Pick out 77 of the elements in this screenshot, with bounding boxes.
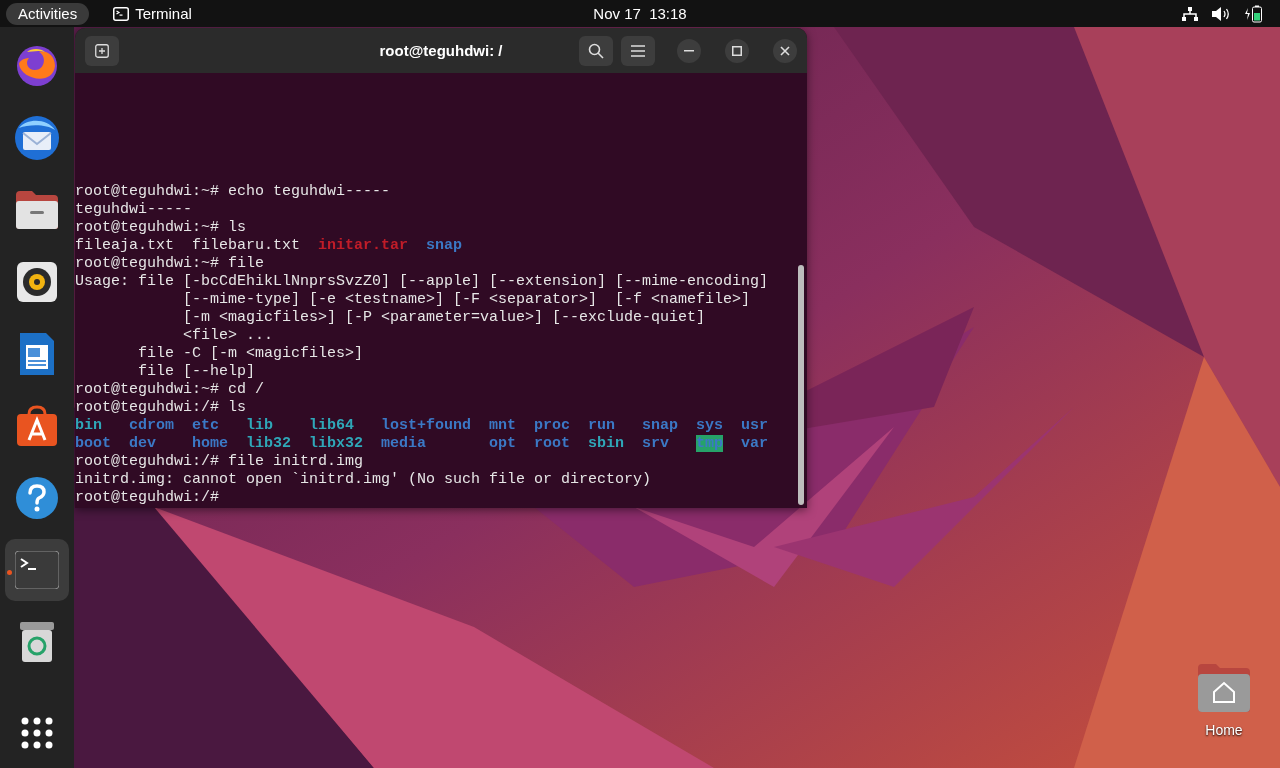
minimize-icon (684, 49, 694, 52)
file-name: sys (696, 417, 724, 434)
terminal-line: file [--help] (137, 363, 256, 381)
file-name: usr (741, 417, 769, 434)
fox-globe-icon (15, 44, 59, 88)
terminal-line: teguhdwi----- (75, 201, 193, 219)
file-name: bin (75, 417, 102, 434)
shopping-bag-icon (15, 404, 59, 448)
file-name: etc (192, 417, 219, 434)
terminal-line: root@teguhdwi:~# cd / (75, 381, 265, 399)
file-name: opt (489, 435, 517, 452)
maximize-icon (732, 45, 742, 56)
menu-icon (631, 44, 645, 57)
file-name: var (741, 435, 769, 452)
file-name: boot (75, 435, 111, 452)
menu-button[interactable] (621, 35, 655, 66)
file-name: mnt (489, 417, 517, 434)
file-name: initar.tar (318, 237, 409, 254)
file-name: lib (246, 417, 273, 434)
network-icon[interactable] (1182, 6, 1198, 21)
folder-icon (14, 189, 60, 231)
terminal-line: <file> ... (182, 327, 274, 345)
window-title: root@teguhdwi: / (379, 42, 503, 59)
trash-icon (18, 620, 56, 664)
file-name: proc (534, 417, 571, 434)
file-name: snap (426, 237, 463, 254)
new-tab-button[interactable] (85, 35, 119, 66)
file-name: srv (642, 435, 670, 452)
running-indicator (7, 570, 12, 575)
speaker-icon (17, 262, 57, 302)
volume-icon[interactable] (1212, 6, 1230, 21)
terminal-line: Usage: file [-bcCdEhikLlNnprsSvzZ0] [--apple] [--extension] [--mime-encoding] (75, 273, 769, 291)
file-name: lib64 (309, 417, 354, 434)
home-folder-icon[interactable] (1196, 662, 1252, 714)
file-name: cdrom (129, 417, 174, 434)
terminal-line: root@teguhdwi:/# file initrd.img (75, 453, 364, 471)
file-name: tmp (696, 435, 724, 452)
maximize-button[interactable] (725, 38, 749, 63)
close-icon (780, 45, 790, 56)
file-name: lost+found (381, 417, 471, 434)
terminal-line: file -C [-m <magicfiles>] (137, 345, 364, 363)
file-name: libx32 (309, 435, 363, 452)
file-name: fileaja.txt (75, 237, 175, 254)
search-button[interactable] (579, 35, 613, 66)
terminal-line: root@teguhdwi:/# (75, 489, 220, 507)
file-name: run (588, 417, 616, 434)
close-button[interactable] (773, 38, 797, 63)
dot-grid-icon (21, 717, 53, 749)
clock[interactable]: Nov 17 13:18 (587, 4, 693, 23)
search-icon (588, 42, 604, 59)
terminal-line: initrd.img: cannot open `initrd.img' (No such file or directory) (75, 471, 652, 489)
document-icon (18, 331, 56, 377)
file-name: filebaru.txt (192, 237, 301, 254)
file-name: root (534, 435, 571, 452)
scrollbar[interactable] (798, 265, 804, 505)
file-name: media (381, 435, 426, 452)
minimize-button[interactable] (677, 38, 701, 63)
desktop-icon-label[interactable]: Home (1205, 722, 1243, 738)
battery-icon[interactable] (1244, 4, 1262, 23)
terminal-icon (15, 551, 59, 589)
file-name: sbin (588, 435, 625, 452)
terminal-line: root@teguhdwi:~# ls (75, 219, 247, 237)
terminal-line: root@teguhdwi:~# file (75, 255, 265, 273)
terminal-icon (113, 6, 130, 21)
terminal-line: root@teguhdwi:~# echo teguhdwi----- (75, 183, 391, 201)
help-icon (15, 476, 59, 520)
activities-button[interactable]: Activities (6, 2, 90, 25)
terminal-line: [-m <magicfiles>] [-P <parameter=value>] [--exclude-quiet] (182, 309, 706, 327)
file-name: snap (642, 417, 679, 434)
file-name: dev (129, 435, 156, 452)
new-tab-icon (95, 43, 109, 58)
file-name: home (192, 435, 228, 452)
bird-envelope-icon (13, 114, 61, 162)
app-menu[interactable]: Terminal (113, 5, 192, 22)
terminal-line: root@teguhdwi:/# ls (75, 399, 247, 417)
terminal-line: [--mime-type] [-e <testname>] [-F <separator>] [-f <namefile>] (182, 291, 751, 309)
file-name: lib32 (246, 435, 291, 452)
